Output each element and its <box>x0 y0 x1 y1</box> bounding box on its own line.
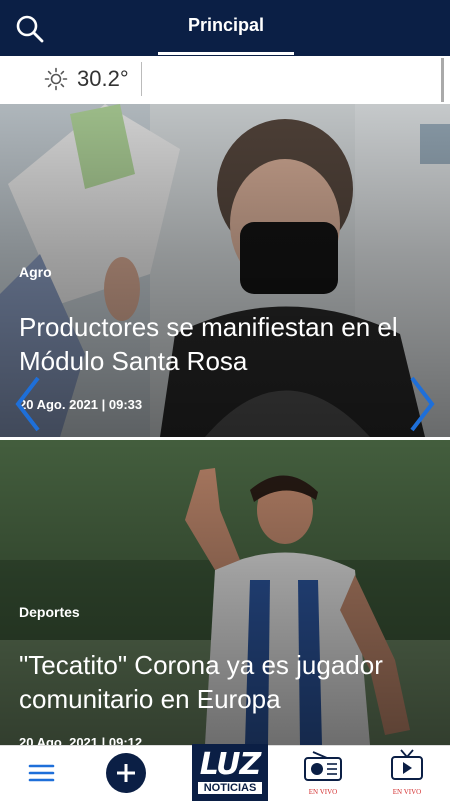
radio-live-label: EN VIVO <box>308 788 338 796</box>
article-headline[interactable]: "Tecatito" Corona ya es jugador comunita… <box>19 648 434 716</box>
tv-live-button[interactable]: EN VIVO <box>377 746 437 801</box>
search-button[interactable] <box>14 13 46 45</box>
weather-divider <box>141 62 142 96</box>
tv-live-label: EN VIVO <box>392 788 422 796</box>
article-headline[interactable]: Productores se manifiestan en el Módulo … <box>19 310 434 378</box>
chevron-left-icon <box>15 376 40 432</box>
luz-noticias-logo[interactable]: LUZ NOTICIAS <box>192 744 268 801</box>
plus-circle-icon <box>106 753 146 793</box>
carousel-prev-button[interactable] <box>12 374 42 434</box>
logo-subtitle: NOTICIAS <box>198 782 262 794</box>
weather-scrollbar[interactable] <box>441 58 444 102</box>
search-icon <box>16 15 44 43</box>
radio-live-button[interactable]: EN VIVO <box>293 746 353 801</box>
menu-button[interactable] <box>20 746 64 801</box>
article-date: 20 Ago. 2021 | 09:12 <box>19 735 143 745</box>
sun-icon <box>44 67 68 91</box>
tab-active-indicator <box>158 52 294 55</box>
carousel-next-button[interactable] <box>408 374 438 434</box>
photo-overlay <box>0 104 450 437</box>
tv-icon <box>391 749 423 780</box>
logo-wordmark: LUZ <box>199 747 262 782</box>
weather-temperature: 30.2° <box>77 66 129 91</box>
radio-icon <box>304 751 342 781</box>
add-button[interactable] <box>104 746 148 801</box>
bottom-nav: LUZ NOTICIAS EN VIVO EN VIVO <box>0 744 450 801</box>
article-category: Agro <box>19 264 52 280</box>
article-card-agro[interactable]: Agro Productores se manifiestan en el Mó… <box>0 104 450 437</box>
chevron-right-icon <box>410 376 435 432</box>
weather-strip: 30.2° <box>0 56 450 105</box>
top-bar: Principal <box>0 0 450 56</box>
tab-principal[interactable]: Principal <box>158 0 294 56</box>
article-card-deportes[interactable]: Deportes "Tecatito" Corona ya es jugador… <box>0 440 450 745</box>
article-category: Deportes <box>19 604 80 620</box>
hamburger-menu-icon <box>28 764 55 782</box>
